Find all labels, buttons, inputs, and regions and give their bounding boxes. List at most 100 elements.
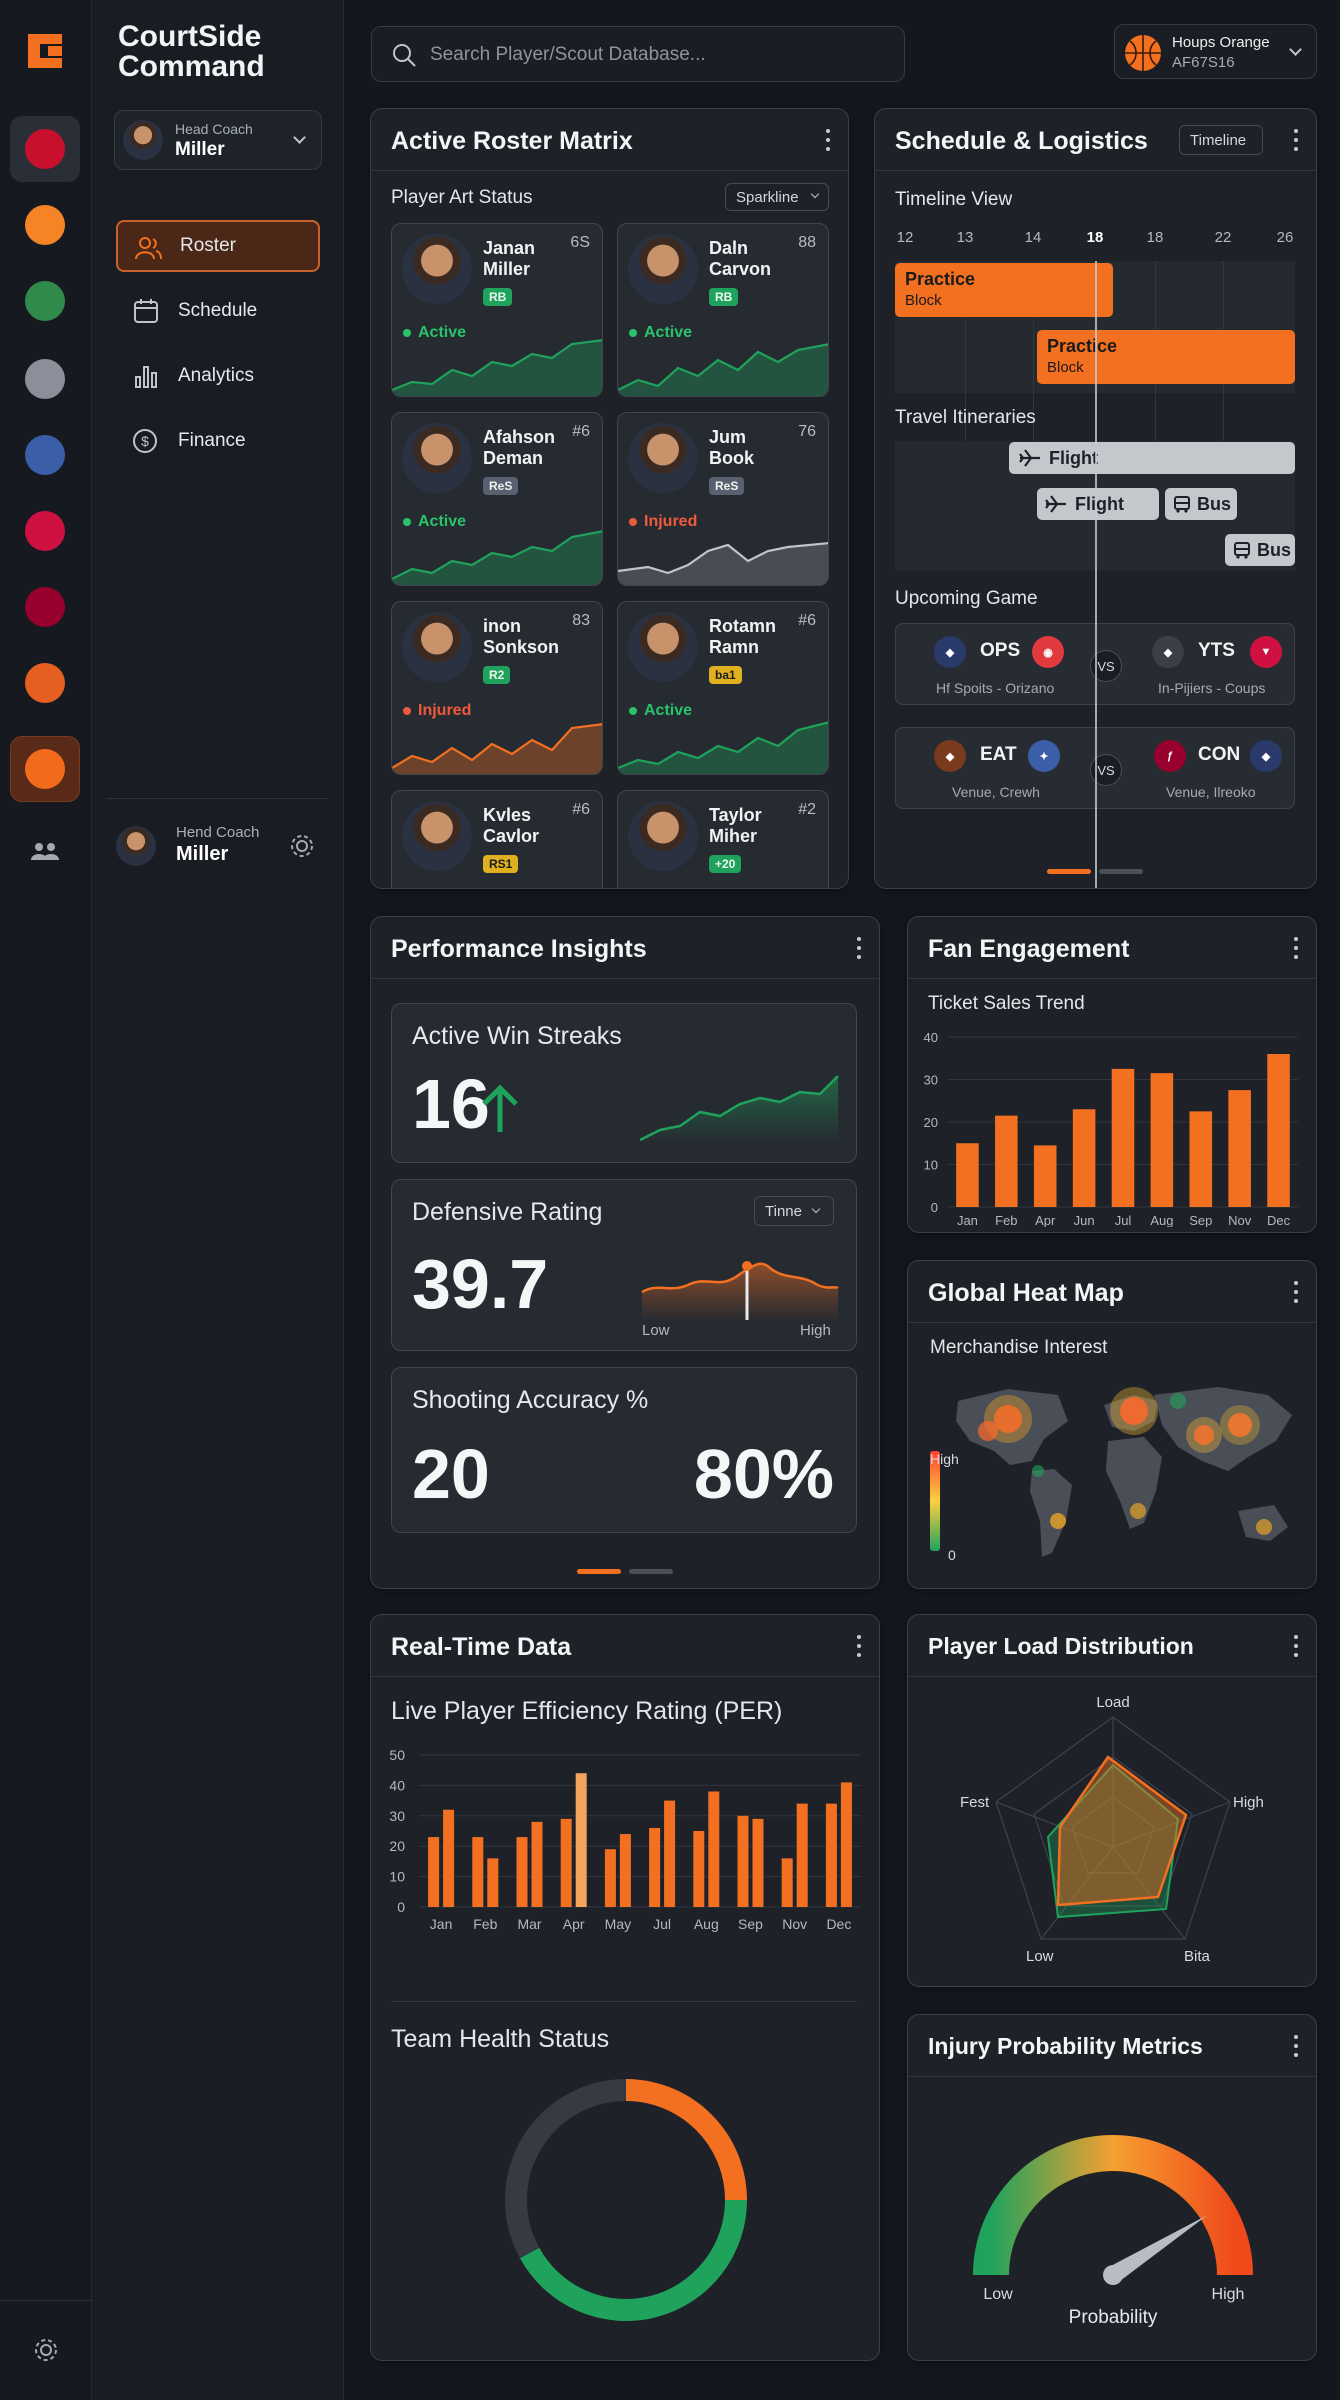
team-logo-knicks-icon[interactable]: [10, 192, 80, 258]
gauge-caption: Probability: [1069, 2307, 1158, 2328]
user-menu[interactable]: Houps Orange AF67S16: [1114, 24, 1317, 79]
bar[interactable]: [560, 1818, 572, 1907]
coach-selector[interactable]: Head Coach Miller: [114, 110, 322, 170]
team-logo-bulls-icon[interactable]: [10, 498, 80, 564]
bar[interactable]: [1150, 1073, 1174, 1207]
bus-icon: [1174, 496, 1190, 513]
more-icon[interactable]: [826, 129, 830, 151]
team-logo-suns-icon[interactable]: [10, 650, 80, 716]
more-icon[interactable]: [857, 937, 861, 959]
bar[interactable]: [708, 1791, 720, 1907]
bar[interactable]: [1189, 1111, 1213, 1207]
player-badge: ReS: [483, 477, 519, 495]
schedule-panel: Schedule & Logistics Timeline Timeline V…: [874, 108, 1317, 889]
bar[interactable]: [752, 1818, 764, 1907]
player-card[interactable]: inon Sonkson 83 R2 Injured: [391, 601, 603, 775]
y-tick-label: 30: [924, 1073, 938, 1088]
bar[interactable]: [825, 1803, 837, 1907]
bar[interactable]: [796, 1803, 808, 1907]
donut-segment[interactable]: [519, 2199, 747, 2321]
more-icon[interactable]: [1294, 937, 1298, 959]
bar[interactable]: [428, 1837, 440, 1907]
people-icon[interactable]: [10, 818, 80, 884]
sparkline-dropdown[interactable]: Sparkline: [725, 183, 829, 211]
team-logo-4-icon[interactable]: [10, 422, 80, 488]
nav-finance-label: Finance: [178, 430, 246, 451]
bar[interactable]: [995, 1115, 1018, 1207]
more-icon[interactable]: [857, 1635, 861, 1657]
team-logo-mark: [25, 831, 65, 871]
timeline-tick: 12: [896, 229, 914, 246]
player-badge: RB: [483, 288, 513, 306]
bar-chart-icon: [135, 366, 157, 388]
practice-block[interactable]: Practice Block: [1037, 330, 1295, 384]
player-number: 76: [798, 423, 816, 440]
nav-roster[interactable]: Roster: [116, 220, 320, 272]
bar[interactable]: [604, 1849, 616, 1907]
bar[interactable]: [531, 1821, 543, 1907]
player-avatar: [628, 423, 698, 493]
team-logo-5-icon[interactable]: [10, 574, 80, 640]
time-dropdown[interactable]: Tinne: [754, 1196, 834, 1226]
bar[interactable]: [1033, 1145, 1057, 1207]
team-logo-2-icon[interactable]: [10, 268, 80, 334]
bar[interactable]: [1111, 1068, 1135, 1207]
more-icon[interactable]: [1294, 129, 1298, 151]
player-card[interactable]: Daln Carvon 88 RB Active: [617, 223, 829, 397]
nav-finance[interactable]: $ Finance: [116, 415, 320, 467]
gear-icon[interactable]: [32, 2336, 60, 2364]
pager-dots[interactable]: [1047, 861, 1151, 874]
team-logo-icon: ◆: [934, 740, 966, 772]
player-card[interactable]: Janan Miller 6S RB Active: [391, 223, 603, 397]
basketball-icon[interactable]: [10, 736, 80, 802]
team-logo-1-icon[interactable]: [10, 116, 80, 182]
bar[interactable]: [1228, 1090, 1251, 1207]
bar[interactable]: [664, 1800, 676, 1907]
bar[interactable]: [516, 1837, 528, 1907]
player-card[interactable]: Taylor Miher #2 +20: [617, 790, 829, 888]
player-badge: R2: [483, 666, 511, 684]
donut-segment[interactable]: [505, 2079, 627, 2259]
player-card[interactable]: Afahson Deman #6 ReS Active: [391, 412, 603, 586]
bar[interactable]: [737, 1815, 749, 1907]
nav-analytics[interactable]: Analytics: [116, 350, 320, 402]
practice-block[interactable]: Practice Block: [895, 263, 1113, 317]
more-icon[interactable]: [1294, 2035, 1298, 2057]
hawks-logo-icon: ◉: [1032, 636, 1064, 668]
pager-dots[interactable]: [577, 1561, 681, 1574]
bar[interactable]: [575, 1773, 587, 1907]
bar[interactable]: [1267, 1054, 1290, 1207]
bus-item[interactable]: Bus: [1165, 488, 1237, 520]
flight-item[interactable]: Flight: [1009, 442, 1295, 474]
x-tick-label: Jul: [653, 1916, 671, 1932]
nav-schedule[interactable]: Schedule: [116, 285, 320, 337]
bus-item[interactable]: Bus: [1225, 534, 1295, 566]
bar[interactable]: [472, 1837, 484, 1907]
chevron-down-icon: [810, 189, 820, 199]
search-input[interactable]: Search Player/Scout Database...: [371, 26, 905, 82]
bar[interactable]: [781, 1858, 793, 1907]
gear-icon[interactable]: [288, 832, 316, 860]
realtime-panel: Real-Time Data Live Player Efficiency Ra…: [370, 1614, 880, 2361]
bar[interactable]: [649, 1827, 661, 1907]
streak-sparkline: [640, 1075, 839, 1144]
player-card[interactable]: Kvles Cavlor #6 RS1: [391, 790, 603, 888]
bar[interactable]: [487, 1858, 499, 1907]
flight-item[interactable]: Flight: [1037, 488, 1159, 520]
bar[interactable]: [956, 1143, 979, 1207]
bar[interactable]: [1072, 1109, 1096, 1207]
bar[interactable]: [443, 1809, 455, 1907]
bar[interactable]: [840, 1782, 852, 1907]
player-number: #2: [798, 801, 816, 818]
bar[interactable]: [693, 1831, 705, 1907]
bar[interactable]: [619, 1834, 631, 1907]
axis-bita: Bita: [1184, 1948, 1211, 1965]
player-card[interactable]: Jum Book 76 ReS Injured: [617, 412, 829, 586]
player-card[interactable]: Rotamn Ramn #6 ba1 Active: [617, 601, 829, 775]
away-venue: In-Pijiers - Coups: [1158, 680, 1266, 696]
more-icon[interactable]: [1294, 1281, 1298, 1303]
timeline-toggle[interactable]: Timeline: [1179, 125, 1263, 155]
team-logo-3-icon[interactable]: [10, 346, 80, 412]
more-icon[interactable]: [1294, 1635, 1298, 1657]
donut-segment[interactable]: [625, 2079, 747, 2201]
